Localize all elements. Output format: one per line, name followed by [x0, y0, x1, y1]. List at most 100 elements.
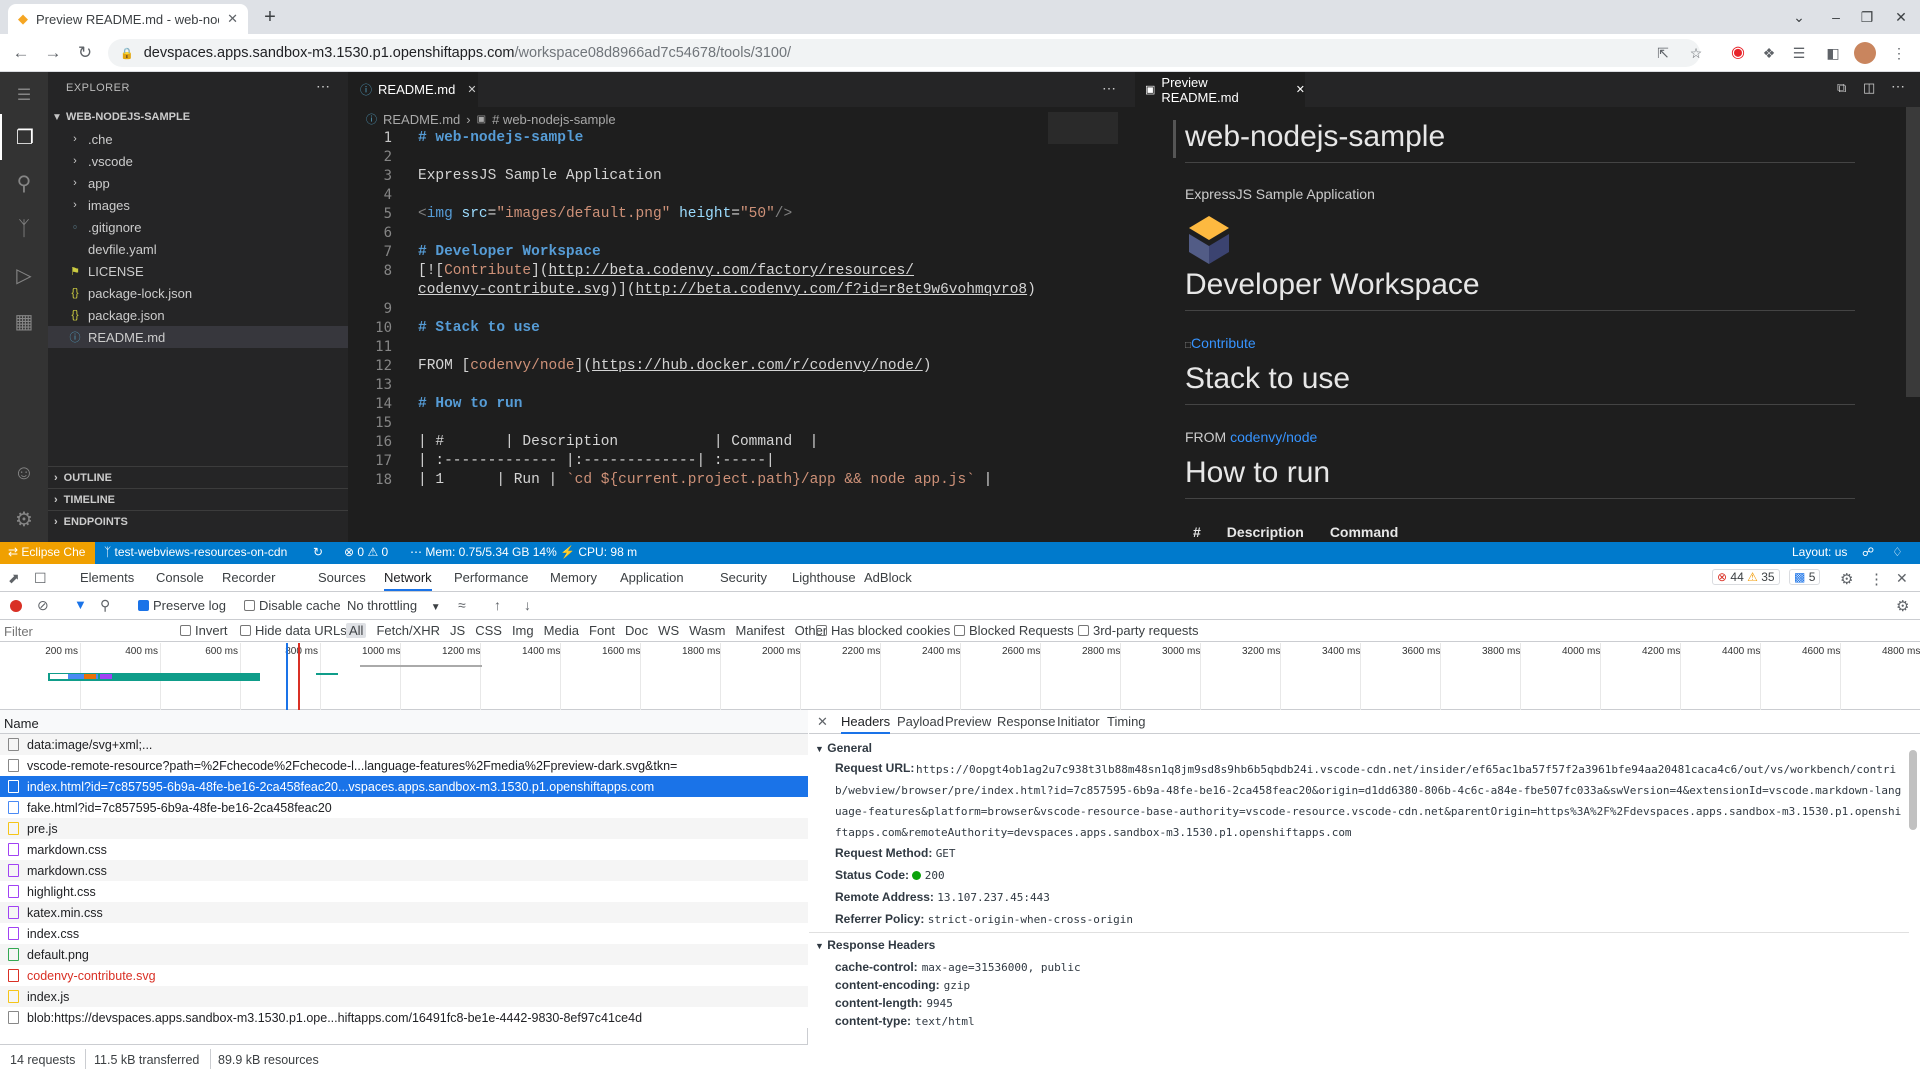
blocked-requests-checkbox[interactable]: Blocked Requests: [954, 623, 1074, 638]
third-party-checkbox[interactable]: 3rd-party requests: [1078, 623, 1199, 638]
type-filter-img[interactable]: Img: [512, 623, 534, 638]
file-item[interactable]: {} package-lock.json: [48, 282, 348, 304]
preserve-log-checkbox[interactable]: Preserve log: [138, 598, 226, 613]
file-item[interactable]: {} package.json: [48, 304, 348, 326]
request-row[interactable]: fake.html?id=7c857595-6b9a-48fe-be16-2ca…: [0, 797, 808, 818]
devtools-tab-console[interactable]: Console: [156, 570, 204, 585]
file-item[interactable]: ⚬ .gitignore: [48, 216, 348, 238]
run-debug-icon[interactable]: ▷: [0, 252, 48, 298]
preview-scrollbar[interactable]: [1906, 107, 1920, 397]
code-editor[interactable]: ⓘ README.md ✕ ⋯ ⓘ README.md › ▣ # web-no…: [348, 72, 1135, 542]
source-control-icon[interactable]: ᛉ: [0, 206, 48, 252]
preview-more-icon[interactable]: ⋯: [1891, 78, 1905, 95]
devtools-tab-adblock[interactable]: AdBlock: [864, 570, 912, 585]
request-row[interactable]: codenvy-contribute.svg: [0, 965, 808, 986]
reload-icon[interactable]: ↻: [74, 42, 96, 64]
notifications-bell-icon[interactable]: ♢: [1892, 545, 1903, 559]
side-panel-icon[interactable]: ◧: [1822, 42, 1844, 64]
devtools-tab-security[interactable]: Security: [720, 570, 767, 585]
editor-more-icon[interactable]: ⋯: [1102, 80, 1116, 97]
detail-tab-payload[interactable]: Payload: [897, 714, 944, 729]
explorer-icon[interactable]: ❐: [0, 114, 48, 160]
network-settings-icon[interactable]: ⚙: [1896, 597, 1909, 615]
browser-tab[interactable]: ◆ Preview README.md - web-nodejs-sample …: [8, 4, 248, 34]
remote-indicator[interactable]: ⇄ Eclipse Che: [0, 542, 96, 564]
devtools-close-icon[interactable]: ✕: [1896, 570, 1908, 587]
name-column-header[interactable]: Name: [0, 710, 808, 734]
bookmark-star-icon[interactable]: ☆: [1685, 42, 1707, 64]
close-detail-icon[interactable]: ✕: [817, 714, 828, 730]
messages-counter[interactable]: ▩ 5: [1789, 569, 1821, 585]
contribute-image-link[interactable]: □Contribute: [1185, 335, 1256, 351]
type-filter-doc[interactable]: Doc: [625, 623, 648, 638]
request-row[interactable]: markdown.css: [0, 860, 808, 881]
throttling-select[interactable]: No throttling ▼: [347, 598, 441, 613]
type-filter-wasm[interactable]: Wasm: [689, 623, 725, 638]
search-icon[interactable]: ⚲: [100, 597, 110, 614]
new-tab-button[interactable]: +: [258, 6, 282, 30]
resource-monitor[interactable]: ⋯ Mem: 0.75/5.34 GB 14% ⚡ CPU: 98 m: [410, 545, 637, 559]
feedback-icon[interactable]: ☍: [1862, 545, 1874, 559]
detail-tab-timing[interactable]: Timing: [1107, 714, 1146, 729]
split-editor-icon[interactable]: ◫: [1863, 80, 1875, 96]
minimap[interactable]: [1048, 112, 1118, 144]
browser-menu-icon[interactable]: ⋮: [1888, 42, 1910, 64]
file-item[interactable]: ⓘ README.md: [48, 326, 348, 348]
devtools-settings-icon[interactable]: ⚙: [1840, 570, 1853, 588]
branch-indicator[interactable]: ᛉ test-webviews-resources-on-cdn: [104, 545, 287, 559]
devtools-tab-elements[interactable]: Elements: [80, 570, 134, 585]
sync-icon[interactable]: ↻: [313, 545, 323, 559]
clear-icon[interactable]: ⊘: [37, 597, 49, 614]
request-row[interactable]: vscode-remote-resource?path=%2Fchecode%2…: [0, 755, 808, 776]
file-item[interactable]: devfile.yaml: [48, 238, 348, 260]
type-filter-manifest[interactable]: Manifest: [735, 623, 784, 638]
tab-search-icon[interactable]: ⌄: [1788, 6, 1810, 28]
root-folder[interactable]: ▼ WEB-NODEJS-SAMPLE: [48, 106, 348, 128]
address-bar[interactable]: 🔒 devspaces.apps.sandbox-m3.1530.p1.open…: [108, 39, 1700, 67]
outline-section[interactable]: › OUTLINE: [48, 466, 348, 488]
devtools-tab-performance[interactable]: Performance: [454, 570, 528, 585]
filter-funnel-icon[interactable]: ▼: [74, 597, 87, 612]
devtools-tab-application[interactable]: Application: [620, 570, 684, 585]
request-row[interactable]: default.png: [0, 944, 808, 965]
explorer-more-icon[interactable]: ⋯: [316, 78, 330, 95]
close-window-icon[interactable]: ✕: [1890, 6, 1912, 28]
extensions-icon[interactable]: ▦: [0, 298, 48, 344]
type-filter-ws[interactable]: WS: [658, 623, 679, 638]
network-overview-timeline[interactable]: 200 ms 400 ms 600 ms 800 ms 1000 ms 1200 ms 14…: [0, 643, 1920, 710]
folder-item[interactable]: › app: [48, 172, 348, 194]
breadcrumb-symbol[interactable]: # web-nodejs-sample: [492, 112, 616, 127]
request-row[interactable]: pre.js: [0, 818, 808, 839]
devtools-tab-lighthouse[interactable]: Lighthouse: [792, 570, 856, 585]
request-row[interactable]: blob:https://devspaces.apps.sandbox-m3.1…: [0, 1007, 808, 1028]
extensions-puzzle-icon[interactable]: ❖: [1758, 42, 1780, 64]
import-har-icon[interactable]: ↑: [494, 597, 501, 613]
type-filter-css[interactable]: CSS: [475, 623, 502, 638]
opera-extension-icon[interactable]: ◉: [1727, 42, 1749, 64]
open-source-icon[interactable]: ⧉: [1837, 80, 1846, 96]
request-row[interactable]: highlight.css: [0, 881, 808, 902]
timeline-section[interactable]: › TIMELINE: [48, 488, 348, 510]
detail-tab-initiator[interactable]: Initiator: [1057, 714, 1100, 729]
menu-icon[interactable]: ☰: [0, 72, 48, 118]
type-filter-js[interactable]: JS: [450, 623, 465, 638]
folder-item[interactable]: › .vscode: [48, 150, 348, 172]
editor-tab-readme[interactable]: ⓘ README.md ✕: [348, 72, 478, 107]
devtools-tab-recorder[interactable]: Recorder: [222, 570, 275, 585]
network-conditions-icon[interactable]: ≈: [458, 597, 466, 613]
type-filter-font[interactable]: Font: [589, 623, 615, 638]
request-row[interactable]: index.css: [0, 923, 808, 944]
devtools-more-icon[interactable]: ⋮: [1869, 570, 1884, 588]
devtools-tab-memory[interactable]: Memory: [550, 570, 597, 585]
devtools-tab-network[interactable]: Network: [384, 570, 432, 591]
forward-icon[interactable]: →: [42, 42, 64, 64]
general-section-title[interactable]: ▼ General: [815, 741, 872, 755]
detail-tab-headers[interactable]: Headers: [841, 714, 891, 734]
problems-indicator[interactable]: ⊗ 0 ⚠ 0: [344, 545, 388, 559]
account-icon[interactable]: ☺: [0, 450, 48, 496]
request-row[interactable]: katex.min.css: [0, 902, 808, 923]
type-filter-media[interactable]: Media: [544, 623, 579, 638]
restore-icon[interactable]: ❐: [1856, 6, 1878, 28]
type-filter-all[interactable]: All: [346, 623, 367, 638]
breadcrumb-file[interactable]: README.md: [383, 112, 460, 127]
